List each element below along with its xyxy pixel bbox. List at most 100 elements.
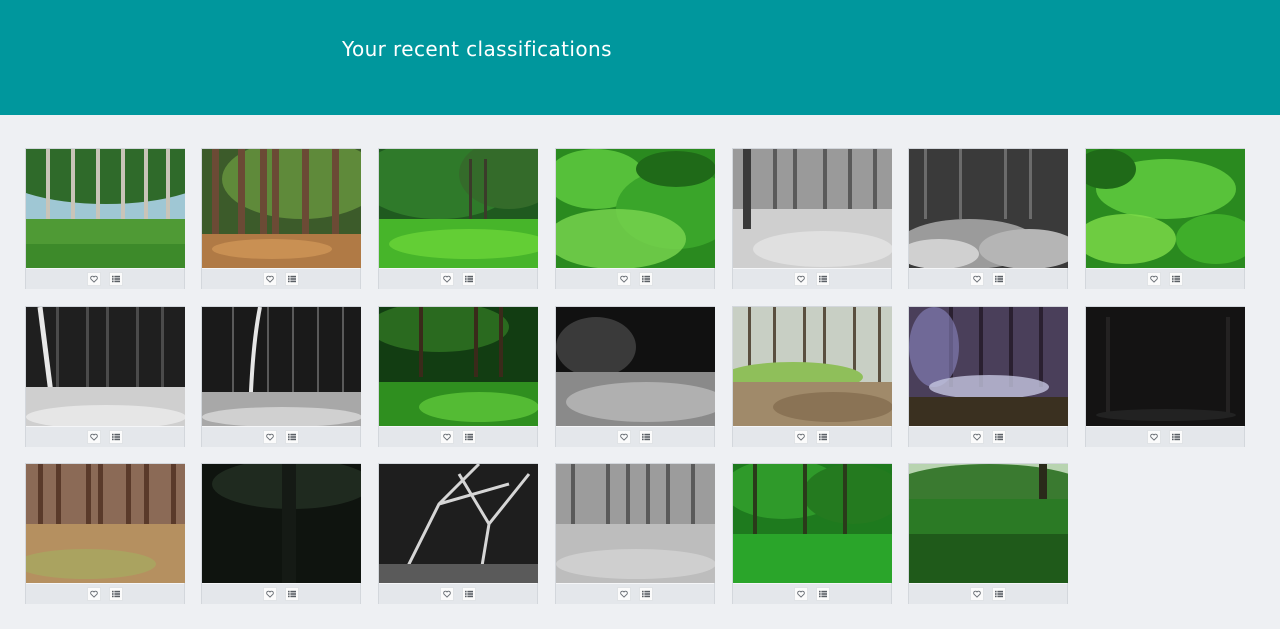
add-to-collection-button[interactable] (462, 430, 476, 444)
add-to-collection-button[interactable] (462, 587, 476, 601)
favorite-button[interactable] (970, 272, 984, 286)
favorite-button[interactable] (263, 430, 277, 444)
card-actions (556, 584, 714, 604)
subject-thumbnail[interactable] (26, 307, 185, 426)
favorite-button[interactable] (263, 587, 277, 601)
add-to-collection-button[interactable] (816, 272, 830, 286)
classification-card (1085, 148, 1245, 289)
add-to-collection-button[interactable] (1169, 272, 1183, 286)
classification-card (378, 148, 538, 289)
card-actions (556, 269, 714, 289)
card-actions (379, 427, 537, 447)
heart-icon (443, 590, 451, 598)
heart-icon (443, 433, 451, 441)
card-actions (909, 269, 1067, 289)
subject-thumbnail[interactable] (1086, 307, 1245, 426)
subject-thumbnail[interactable] (202, 149, 361, 268)
subject-thumbnail[interactable] (556, 307, 715, 426)
favorite-button[interactable] (1147, 272, 1161, 286)
subject-thumbnail[interactable] (909, 307, 1068, 426)
add-to-collection-button[interactable] (992, 430, 1006, 444)
add-to-collection-button[interactable] (992, 587, 1006, 601)
favorite-button[interactable] (617, 430, 631, 444)
subject-thumbnail[interactable] (556, 464, 715, 583)
subject-thumbnail[interactable] (26, 464, 185, 583)
add-to-collection-button[interactable] (639, 272, 653, 286)
add-to-collection-button[interactable] (462, 272, 476, 286)
favorite-button[interactable] (970, 430, 984, 444)
add-to-collection-button[interactable] (109, 272, 123, 286)
favorite-button[interactable] (1147, 430, 1161, 444)
add-to-collection-button[interactable] (1169, 430, 1183, 444)
add-to-collection-button[interactable] (285, 587, 299, 601)
classification-card (25, 148, 185, 289)
classification-card (25, 306, 185, 447)
favorite-button[interactable] (794, 587, 808, 601)
subject-thumbnail[interactable] (379, 307, 538, 426)
heart-icon (797, 275, 805, 283)
add-to-collection-button[interactable] (639, 430, 653, 444)
subject-thumbnail[interactable] (733, 307, 892, 426)
card-actions (26, 427, 184, 447)
favorite-button[interactable] (794, 272, 808, 286)
card-actions (733, 584, 891, 604)
favorite-button[interactable] (617, 272, 631, 286)
classification-card (908, 148, 1068, 289)
subject-thumbnail[interactable] (379, 149, 538, 268)
subject-thumbnail[interactable] (733, 464, 892, 583)
classification-card (732, 463, 892, 604)
heart-icon (443, 275, 451, 283)
favorite-button[interactable] (970, 587, 984, 601)
favorite-button[interactable] (440, 430, 454, 444)
card-actions (379, 584, 537, 604)
add-to-collection-button[interactable] (109, 587, 123, 601)
list-icon (112, 590, 120, 598)
subject-thumbnail[interactable] (909, 464, 1068, 583)
add-to-collection-button[interactable] (285, 272, 299, 286)
heart-icon (973, 433, 981, 441)
favorite-button[interactable] (263, 272, 277, 286)
subject-thumbnail[interactable] (202, 307, 361, 426)
add-to-collection-button[interactable] (109, 430, 123, 444)
card-actions (202, 584, 360, 604)
list-icon (642, 590, 650, 598)
subject-thumbnail[interactable] (379, 464, 538, 583)
subject-thumbnail[interactable] (556, 149, 715, 268)
page-title: Your recent classifications (342, 37, 612, 61)
card-actions (26, 269, 184, 289)
favorite-button[interactable] (87, 272, 101, 286)
list-icon (112, 433, 120, 441)
card-actions (26, 584, 184, 604)
classification-card (378, 306, 538, 447)
add-to-collection-button[interactable] (639, 587, 653, 601)
classification-card (201, 306, 361, 447)
favorite-button[interactable] (794, 430, 808, 444)
favorite-button[interactable] (440, 587, 454, 601)
add-to-collection-button[interactable] (816, 430, 830, 444)
subject-thumbnail[interactable] (202, 464, 361, 583)
heart-icon (90, 275, 98, 283)
add-to-collection-button[interactable] (992, 272, 1006, 286)
subject-thumbnail[interactable] (26, 149, 185, 268)
add-to-collection-button[interactable] (816, 587, 830, 601)
list-icon (1172, 433, 1180, 441)
subject-thumbnail[interactable] (733, 149, 892, 268)
list-icon (465, 433, 473, 441)
classification-card (908, 463, 1068, 604)
subject-thumbnail[interactable] (909, 149, 1068, 268)
favorite-button[interactable] (87, 430, 101, 444)
favorite-button[interactable] (617, 587, 631, 601)
list-icon (995, 275, 1003, 283)
list-icon (819, 433, 827, 441)
add-to-collection-button[interactable] (285, 430, 299, 444)
subject-thumbnail[interactable] (1086, 149, 1245, 268)
list-icon (1172, 275, 1180, 283)
heart-icon (266, 433, 274, 441)
classification-card (378, 463, 538, 604)
favorite-button[interactable] (440, 272, 454, 286)
classification-card (555, 463, 715, 604)
page-header: Your recent classifications (0, 0, 1280, 115)
favorite-button[interactable] (87, 587, 101, 601)
heart-icon (620, 433, 628, 441)
list-icon (642, 433, 650, 441)
